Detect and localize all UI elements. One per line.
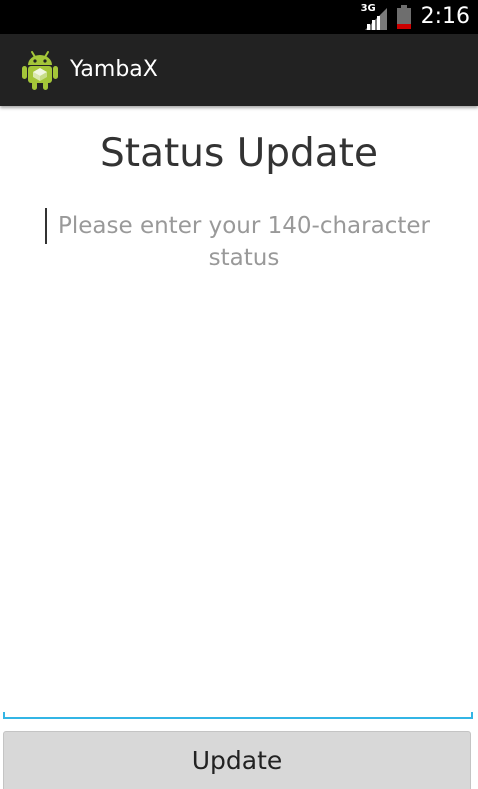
action-bar: YambaX (0, 34, 478, 106)
text-cursor (45, 208, 47, 244)
status-input[interactable] (6, 200, 472, 718)
update-button[interactable]: Update (3, 731, 471, 789)
battery-icon (396, 5, 411, 29)
status-bar: 3G 2:16 (0, 0, 478, 34)
signal-icon: 3G (361, 4, 387, 30)
page-title: Status Update (100, 131, 378, 176)
status-icons: 3G 2:16 (361, 0, 470, 34)
clock: 2:16 (420, 4, 470, 29)
app-screen: 3G 2:16 YambaX Status Update Please ente… (0, 0, 478, 789)
app-title: YambaX (70, 57, 158, 82)
input-underline (3, 712, 473, 719)
android-icon[interactable] (18, 48, 62, 92)
